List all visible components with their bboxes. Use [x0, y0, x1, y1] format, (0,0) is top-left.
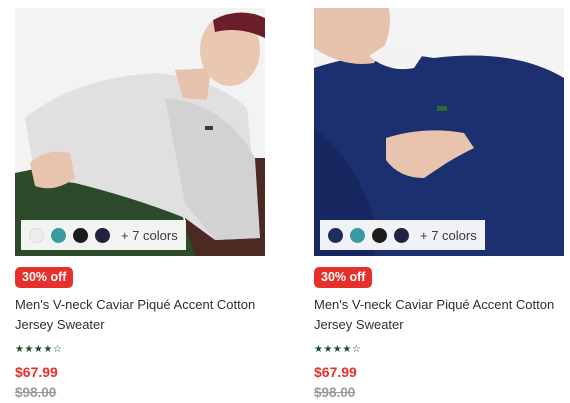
color-swatch[interactable] [350, 227, 365, 243]
product-card[interactable]: + 7 colors 30% off Men's V-neck Caviar P… [314, 8, 564, 400]
color-swatch[interactable] [73, 227, 88, 243]
product-photo [15, 8, 265, 256]
rating-stars: ★★★★☆ [15, 344, 63, 355]
color-swatch[interactable] [95, 227, 110, 243]
product-title[interactable]: Men's V-neck Caviar Piqué Accent Cotton … [314, 295, 564, 335]
original-price: $98.00 [314, 385, 356, 400]
color-swatch[interactable] [372, 227, 387, 243]
product-photo [314, 8, 564, 256]
more-colors-link[interactable]: + 7 colors [420, 228, 477, 243]
sale-price: $67.99 [15, 364, 58, 380]
discount-badge: 30% off [15, 267, 74, 288]
color-swatches: + 7 colors [320, 220, 485, 250]
product-image[interactable]: + 7 colors [15, 8, 265, 256]
color-swatch[interactable] [51, 227, 66, 243]
color-swatch[interactable] [394, 227, 409, 243]
original-price: $98.00 [15, 385, 57, 400]
discount-badge: 30% off [314, 267, 373, 288]
color-swatch[interactable] [328, 227, 343, 243]
color-swatch[interactable] [29, 227, 44, 243]
more-colors-link[interactable]: + 7 colors [121, 228, 178, 243]
product-card[interactable]: + 7 colors 30% off Men's V-neck Caviar P… [15, 8, 265, 400]
rating-stars: ★★★★☆ [314, 344, 362, 355]
product-title[interactable]: Men's V-neck Caviar Piqué Accent Cotton … [15, 295, 265, 335]
product-image[interactable]: + 7 colors [314, 8, 564, 256]
color-swatches: + 7 colors [21, 220, 186, 250]
sale-price: $67.99 [314, 364, 357, 380]
